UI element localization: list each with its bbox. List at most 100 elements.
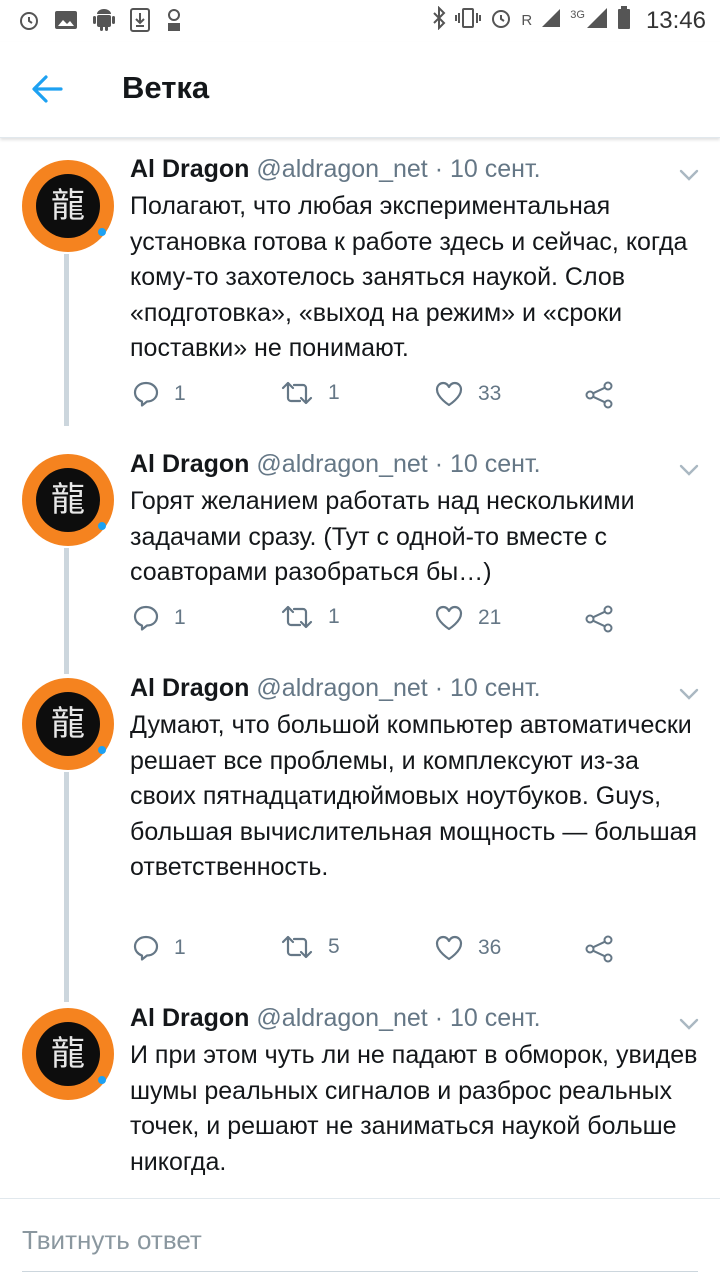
reply-bar: Твитнуть ответ [0, 1199, 720, 1280]
share-button[interactable] [584, 604, 614, 634]
reply-button[interactable]: 1 [132, 380, 186, 408]
reply-button[interactable]: 1 [132, 934, 186, 962]
signal-icon [586, 7, 608, 34]
tweet-header: Al Dragon @aldragon_net · 10 сент. [130, 450, 541, 479]
reply-icon [133, 605, 159, 631]
avatar[interactable]: 龍 [22, 678, 114, 770]
reply-icon [133, 935, 159, 961]
avatar-glyph: 龍 [36, 692, 100, 756]
alarm-icon [18, 9, 40, 36]
retweet-icon [281, 935, 313, 959]
avatar-glyph: 龍 [36, 468, 100, 532]
tweet-text: Полагают, что любая экспериментальная ус… [130, 192, 688, 362]
author-name[interactable]: Al Dragon [130, 155, 249, 183]
reply-icon [133, 381, 159, 407]
battery-icon [617, 6, 631, 35]
share-icon [585, 605, 613, 633]
tweet[interactable]: 龍 Al Dragon @aldragon_net · 10 сент. И п… [0, 988, 720, 1198]
tweet-actions: 1 1 33 [130, 380, 620, 416]
share-button[interactable] [584, 380, 614, 410]
download-icon [130, 8, 150, 37]
retweet-button[interactable]: 1 [280, 604, 340, 630]
tweet[interactable]: 龍 Al Dragon @aldragon_net · 10 сент. Дум… [0, 658, 720, 988]
avatar[interactable]: 龍 [22, 1008, 114, 1100]
avatar[interactable]: 龍 [22, 454, 114, 546]
network-type: 3G [570, 8, 585, 21]
tweet-date[interactable]: 10 сент. [450, 450, 541, 478]
author-name[interactable]: Al Dragon [130, 1004, 249, 1032]
network-label: R [521, 12, 533, 29]
avatar-glyph: 龍 [36, 1022, 100, 1086]
tweet-text: И при этом чуть ли не падают в обморок, … [130, 1041, 698, 1176]
reply-button[interactable]: 1 [132, 604, 186, 632]
back-button[interactable] [22, 68, 74, 112]
share-icon [585, 935, 613, 963]
gallery-icon [54, 9, 78, 36]
retweet-button[interactable]: 5 [280, 934, 340, 960]
like-count: 21 [478, 606, 502, 629]
tweet[interactable]: 龍 Al Dragon @aldragon_net · 10 сент. Пол… [0, 138, 720, 434]
reply-input[interactable]: Твитнуть ответ [22, 1225, 202, 1256]
tweet-text: Думают, что большой компьютер автоматиче… [130, 711, 698, 881]
retweet-count: 1 [328, 381, 340, 404]
status-bar-notifications [18, 8, 184, 37]
tweet-date[interactable]: 10 сент. [450, 155, 541, 183]
arrow-left-icon [32, 75, 63, 103]
avatar[interactable]: 龍 [22, 160, 114, 252]
date-separator: · [434, 1004, 444, 1032]
author-name[interactable]: Al Dragon [130, 674, 249, 702]
reply-input-underline [22, 1271, 698, 1272]
like-button[interactable]: 36 [434, 934, 501, 962]
share-button[interactable] [584, 934, 614, 964]
avatar-badge [98, 1076, 106, 1084]
author-handle[interactable]: @aldragon_net [256, 1004, 427, 1032]
tweet-text: Горят желанием работать над несколькими … [130, 487, 635, 586]
author-handle[interactable]: @aldragon_net [256, 674, 427, 702]
retweet-button[interactable]: 1 [280, 380, 340, 406]
signal-icon [541, 8, 561, 33]
reply-count: 1 [174, 606, 186, 629]
author-handle[interactable]: @aldragon_net [256, 155, 427, 183]
like-count: 33 [478, 382, 502, 405]
tweet-actions: 1 1 21 [130, 604, 620, 640]
tweet-date[interactable]: 10 сент. [450, 674, 541, 702]
tweet-actions: 1 5 36 [130, 934, 620, 970]
page-title: Ветка [122, 70, 210, 105]
retweet-icon [281, 381, 313, 405]
chevron-down-icon[interactable] [678, 687, 700, 701]
tweet-date[interactable]: 10 сент. [450, 1004, 541, 1032]
like-count: 36 [478, 936, 502, 959]
tweet-header: Al Dragon @aldragon_net · 10 сент. [130, 1004, 541, 1033]
date-separator: · [434, 155, 444, 183]
date-separator: · [434, 674, 444, 702]
reply-count: 1 [174, 936, 186, 959]
tweet-thread: 龍 Al Dragon @aldragon_net · 10 сент. Пол… [0, 138, 720, 1176]
author-name[interactable]: Al Dragon [130, 450, 249, 478]
date-separator: · [434, 450, 444, 478]
avatar-glyph: 龍 [36, 174, 100, 238]
status-time: 13:46 [645, 6, 706, 34]
vibrate-icon [455, 7, 482, 34]
retweet-count: 1 [328, 605, 340, 628]
chevron-down-icon[interactable] [678, 168, 700, 182]
avatar-badge [98, 522, 106, 530]
chevron-down-icon[interactable] [678, 463, 700, 477]
avatar-badge [98, 746, 106, 754]
retweet-icon [281, 605, 313, 629]
status-bar: R 3G 13:46 [0, 0, 720, 42]
like-button[interactable]: 33 [434, 380, 501, 408]
android-icon [92, 8, 116, 37]
chevron-down-icon[interactable] [678, 1017, 700, 1031]
retweet-count: 5 [328, 935, 340, 958]
app-bar: Ветка [0, 42, 720, 138]
avatar-badge [98, 228, 106, 236]
author-handle[interactable]: @aldragon_net [256, 450, 427, 478]
heart-icon [435, 605, 463, 631]
bluetooth-icon [432, 5, 446, 35]
tweet-header: Al Dragon @aldragon_net · 10 сент. [130, 674, 541, 703]
tweet-header: Al Dragon @aldragon_net · 10 сент. [130, 155, 541, 184]
share-icon [585, 381, 613, 409]
status-bar-system: R 3G 13:46 [432, 5, 706, 35]
like-button[interactable]: 21 [434, 604, 501, 632]
tweet[interactable]: 龍 Al Dragon @aldragon_net · 10 сент. Гор… [0, 434, 720, 658]
